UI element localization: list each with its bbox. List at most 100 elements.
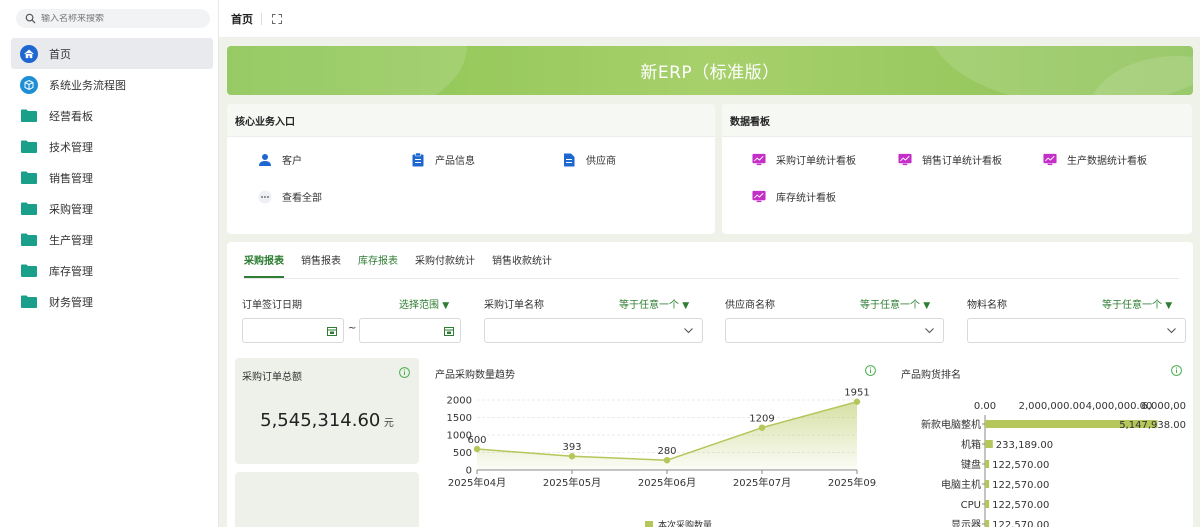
entry-label: 生产数据统计看板: [1067, 156, 1147, 167]
x-tick-label: 6,000,00: [1141, 401, 1186, 412]
sidebar-item-purchase[interactable]: 采购管理: [11, 193, 213, 224]
y-tick-label: 新款电脑整机: [921, 418, 981, 431]
data-label: 1209: [749, 414, 774, 425]
info-icon[interactable]: [1171, 365, 1182, 376]
caret-down-icon: ▼: [923, 301, 931, 311]
tab-sales-report[interactable]: 销售报表: [301, 252, 341, 278]
bar: [985, 480, 990, 488]
filter-label: 供应商名称: [725, 300, 775, 311]
chart-monitor-icon: [752, 153, 766, 167]
sidebar-item-flowchart[interactable]: 系统业务流程图: [11, 69, 213, 100]
sidebar-item-inventory[interactable]: 库存管理: [11, 255, 213, 286]
data-point: [758, 424, 766, 431]
sidebar-item-finance[interactable]: 财务管理: [11, 286, 213, 317]
dashboard-production[interactable]: 生产数据统计看板: [1043, 152, 1147, 167]
purchase-order-name-select[interactable]: [484, 318, 703, 343]
filter-mode-dropdown[interactable]: 等于任意一个 ▼: [1102, 296, 1172, 311]
dashboard-purchase-orders[interactable]: 采购订单统计看板: [752, 152, 856, 167]
search-input[interactable]: [41, 13, 201, 24]
user-icon: [258, 153, 272, 167]
banner: 新ERP（标准版）: [227, 46, 1193, 95]
entry-view-all[interactable]: 查看全部: [258, 189, 322, 204]
entry-product-info[interactable]: 产品信息: [411, 152, 475, 167]
tab-sales-receipt[interactable]: 销售收款统计: [492, 252, 552, 278]
report-tabs: 采购报表 销售报表 库存报表 采购付款统计 销售收款统计: [244, 252, 569, 278]
stat-unit: 元: [383, 418, 394, 429]
filter-mode-dropdown[interactable]: 等于任意一个 ▼: [619, 296, 689, 311]
sidebar-item-label: 系统业务流程图: [49, 78, 126, 92]
top-bar: 首页: [219, 0, 1200, 38]
y-tick-label: 500: [453, 448, 472, 459]
info-icon[interactable]: [399, 367, 410, 378]
trend-chart: 05001000150020006002025年04月3932025年05月28…: [447, 388, 877, 527]
x-tick-label: 2,000,000.00: [1019, 401, 1086, 412]
tab-purchase-report[interactable]: 采购报表: [244, 252, 284, 278]
divider: [261, 12, 262, 25]
calendar-icon: [444, 327, 454, 336]
sidebar-item-tech[interactable]: 技术管理: [11, 131, 213, 162]
date-separator: ~: [348, 323, 357, 334]
core-business-card: 核心业务入口 客户 产品信息 供应商 查看全部: [227, 104, 715, 234]
bar: [985, 440, 993, 448]
info-icon[interactable]: [865, 365, 876, 376]
data-point: [853, 398, 861, 405]
trend-chart-title: 产品采购数量趋势: [435, 370, 515, 381]
data-label: 122,570.00: [992, 520, 1049, 527]
caret-down-icon: ▼: [1165, 301, 1173, 311]
dashboard-inventory[interactable]: 库存统计看板: [752, 189, 836, 204]
chart-monitor-icon: [1043, 153, 1057, 167]
sidebar-item-label: 销售管理: [49, 171, 93, 185]
sidebar-item-label: 财务管理: [49, 295, 93, 309]
filter-label: 物料名称: [967, 300, 1007, 311]
folder-icon: [20, 169, 38, 187]
data-label: 122,570.00: [992, 460, 1049, 471]
data-label: 600: [467, 435, 486, 446]
filter-mode-dropdown[interactable]: 等于任意一个 ▼: [860, 296, 930, 311]
search-box[interactable]: [16, 9, 210, 28]
x-tick-label: 2025年09月: [828, 476, 877, 489]
fullscreen-icon[interactable]: [272, 13, 282, 24]
supplier-name-select[interactable]: [725, 318, 944, 343]
y-tick-label: 0: [466, 466, 472, 477]
entry-supplier[interactable]: 供应商: [562, 152, 616, 167]
card-title: 核心业务入口: [227, 104, 715, 137]
folder-icon: [20, 293, 38, 311]
tab-home[interactable]: 首页: [231, 11, 253, 27]
date-start-input[interactable]: [242, 318, 344, 343]
entry-label: 客户: [282, 156, 302, 167]
sidebar-item-label: 技术管理: [49, 140, 93, 154]
tab-purchase-payment[interactable]: 采购付款统计: [415, 252, 475, 278]
y-tick-label: 电脑主机: [941, 478, 981, 491]
banner-title: 新ERP（标准版）: [640, 63, 780, 83]
entry-customer[interactable]: 客户: [258, 152, 302, 167]
calendar-icon: [327, 327, 337, 336]
sidebar-item-business-board[interactable]: 经营看板: [11, 100, 213, 131]
clipboard-icon: [411, 152, 425, 167]
dashboard-sales-orders[interactable]: 销售订单统计看板: [898, 152, 1002, 167]
data-point: [663, 457, 671, 464]
stat-value-row: 5,545,314.60 元: [235, 410, 419, 431]
filter-mode-dropdown[interactable]: 选择范围 ▼: [399, 296, 449, 311]
filter-mode-label: 等于任意一个: [860, 300, 920, 311]
date-end-input[interactable]: [359, 318, 461, 343]
sidebar-nav: 首页 系统业务流程图 经营看板 技术管理 销售管理 采购管理 生产管理 库存管理…: [11, 38, 213, 317]
data-point: [473, 445, 481, 453]
material-name-select[interactable]: [967, 318, 1186, 343]
sidebar-item-home[interactable]: 首页: [11, 38, 213, 69]
chevron-down-icon: [1167, 328, 1176, 334]
y-tick-label: 2000: [447, 396, 472, 407]
caret-down-icon: ▼: [442, 301, 450, 311]
filter-label: 采购订单名称: [484, 300, 544, 311]
bar: [985, 500, 990, 508]
stat-title: 采购订单总额: [242, 372, 302, 383]
sidebar: 首页 系统业务流程图 经营看板 技术管理 销售管理 采购管理 生产管理 库存管: [0, 0, 219, 527]
data-label: 233,189.00: [996, 440, 1053, 451]
sidebar-item-production[interactable]: 生产管理: [11, 224, 213, 255]
legend-label: 本次采购数量: [658, 519, 712, 527]
sidebar-item-sales[interactable]: 销售管理: [11, 162, 213, 193]
bar: [985, 460, 990, 468]
document-icon: [562, 153, 576, 167]
cube-icon: [20, 75, 38, 94]
filter-label: 订单签订日期: [242, 300, 302, 311]
tab-inventory-report[interactable]: 库存报表: [358, 252, 398, 278]
